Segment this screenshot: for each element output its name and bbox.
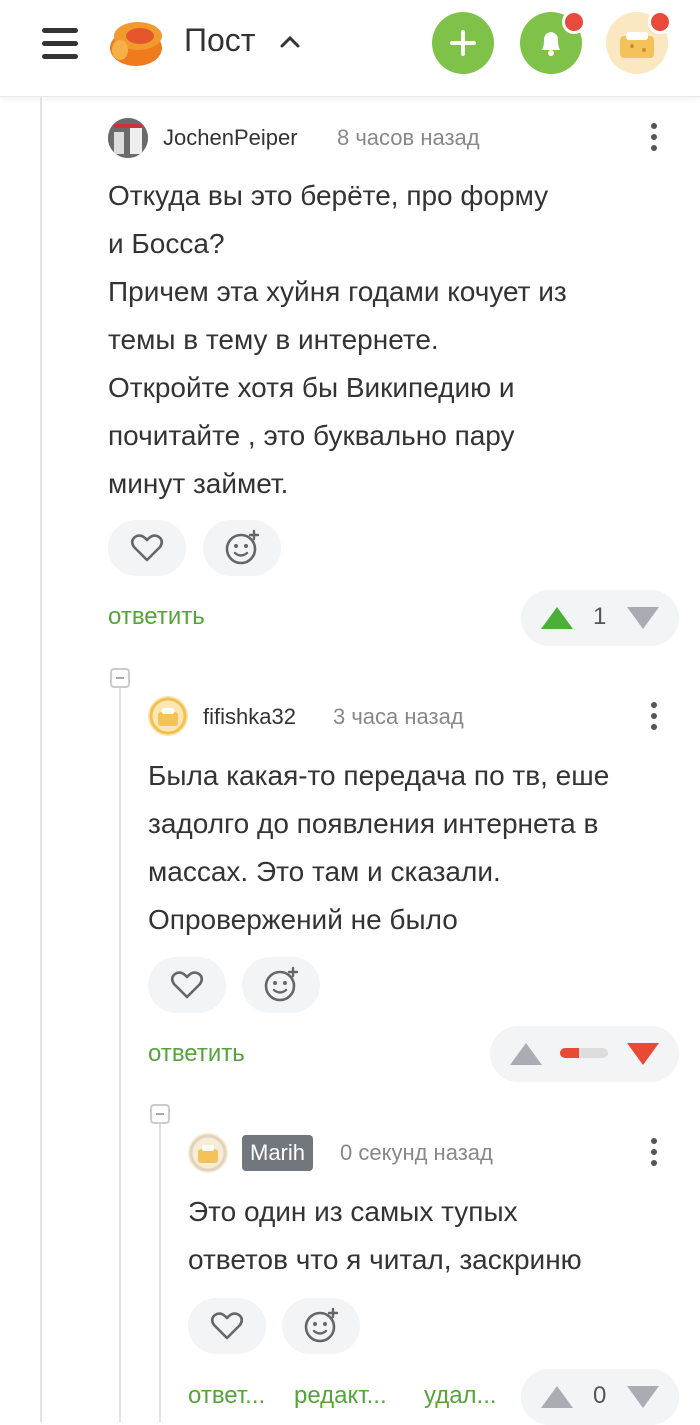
- downvote-icon[interactable]: [625, 1040, 661, 1068]
- upvote-icon[interactable]: [508, 1040, 544, 1068]
- delete-link[interactable]: удал...: [424, 1382, 497, 1410]
- comment-text: Была какая-то передача по тв, еше задолг…: [148, 752, 678, 944]
- site-logo[interactable]: [106, 14, 168, 70]
- comment-author[interactable]: JochenPeiper: [163, 125, 298, 151]
- rating-bar-negative: [560, 1048, 580, 1058]
- heart-icon: [170, 971, 204, 999]
- collapse-thread-button[interactable]: [110, 668, 130, 688]
- notification-dot: [562, 10, 586, 34]
- thread-line: [159, 1124, 161, 1422]
- upvote-icon[interactable]: [539, 604, 575, 632]
- smile-add-icon: [264, 966, 299, 1002]
- avatar[interactable]: [148, 696, 188, 736]
- collapse-thread-button[interactable]: [150, 1104, 170, 1124]
- like-button[interactable]: [188, 1298, 266, 1354]
- thread-line: [119, 688, 121, 1422]
- comment-text-body: Откуда вы это берёте, про форму и Босса?…: [108, 180, 567, 499]
- rating-value: 0: [593, 1382, 607, 1409]
- comment-text: Это один из самых тупых ответов что я чи…: [188, 1188, 678, 1284]
- top-bar: Пост: [0, 0, 700, 97]
- user-avatar[interactable]: [606, 10, 672, 74]
- more-options-icon[interactable]: [648, 123, 660, 156]
- comment-text: Откуда вы это берёте, про форму и Босса?…: [108, 172, 668, 508]
- rating-control: [490, 1026, 679, 1082]
- comment-text-body: Это один из самых тупых ответов что я чи…: [188, 1196, 582, 1275]
- comment-time[interactable]: 0 секунд назад: [340, 1140, 493, 1166]
- rating-control: 1: [521, 590, 679, 646]
- edit-link[interactable]: редакт...: [294, 1382, 387, 1410]
- comment-time[interactable]: 8 часов назад: [337, 125, 480, 151]
- chevron-up-icon[interactable]: [278, 30, 302, 59]
- menu-icon[interactable]: [42, 26, 80, 60]
- reply-link[interactable]: ответить: [108, 603, 205, 631]
- comment-author[interactable]: fifishka32: [203, 704, 296, 730]
- reply-link[interactable]: ответ...: [188, 1382, 265, 1410]
- smile-add-icon: [225, 529, 260, 565]
- reply-link[interactable]: ответить: [148, 1040, 245, 1068]
- profile-notification-dot: [648, 10, 672, 34]
- more-options-icon[interactable]: [648, 1138, 660, 1171]
- react-button[interactable]: [282, 1298, 360, 1354]
- like-button[interactable]: [148, 957, 226, 1013]
- more-options-icon[interactable]: [648, 702, 660, 735]
- downvote-icon[interactable]: [625, 604, 661, 632]
- author-badge[interactable]: Marih: [242, 1135, 314, 1171]
- comment-author: Marih: [250, 1140, 306, 1165]
- react-button[interactable]: [203, 520, 281, 576]
- add-post-button[interactable]: [432, 12, 494, 74]
- heart-icon: [130, 534, 164, 562]
- rating-value: 1: [593, 603, 607, 630]
- page-title[interactable]: Пост: [184, 22, 255, 59]
- rating-control: 0: [521, 1369, 679, 1425]
- avatar[interactable]: [108, 118, 148, 158]
- heart-icon: [210, 1312, 244, 1340]
- rating-bar: [560, 1048, 608, 1058]
- upvote-icon[interactable]: [539, 1383, 575, 1411]
- smile-add-icon: [304, 1307, 339, 1343]
- comment-text-body: Была какая-то передача по тв, еше задолг…: [148, 760, 610, 935]
- like-button[interactable]: [108, 520, 186, 576]
- thread-line: [40, 96, 42, 1422]
- react-button[interactable]: [242, 957, 320, 1013]
- downvote-icon[interactable]: [625, 1383, 661, 1411]
- notifications-button[interactable]: [520, 10, 586, 74]
- comment-time[interactable]: 3 часа назад: [333, 704, 464, 730]
- avatar[interactable]: [188, 1133, 228, 1173]
